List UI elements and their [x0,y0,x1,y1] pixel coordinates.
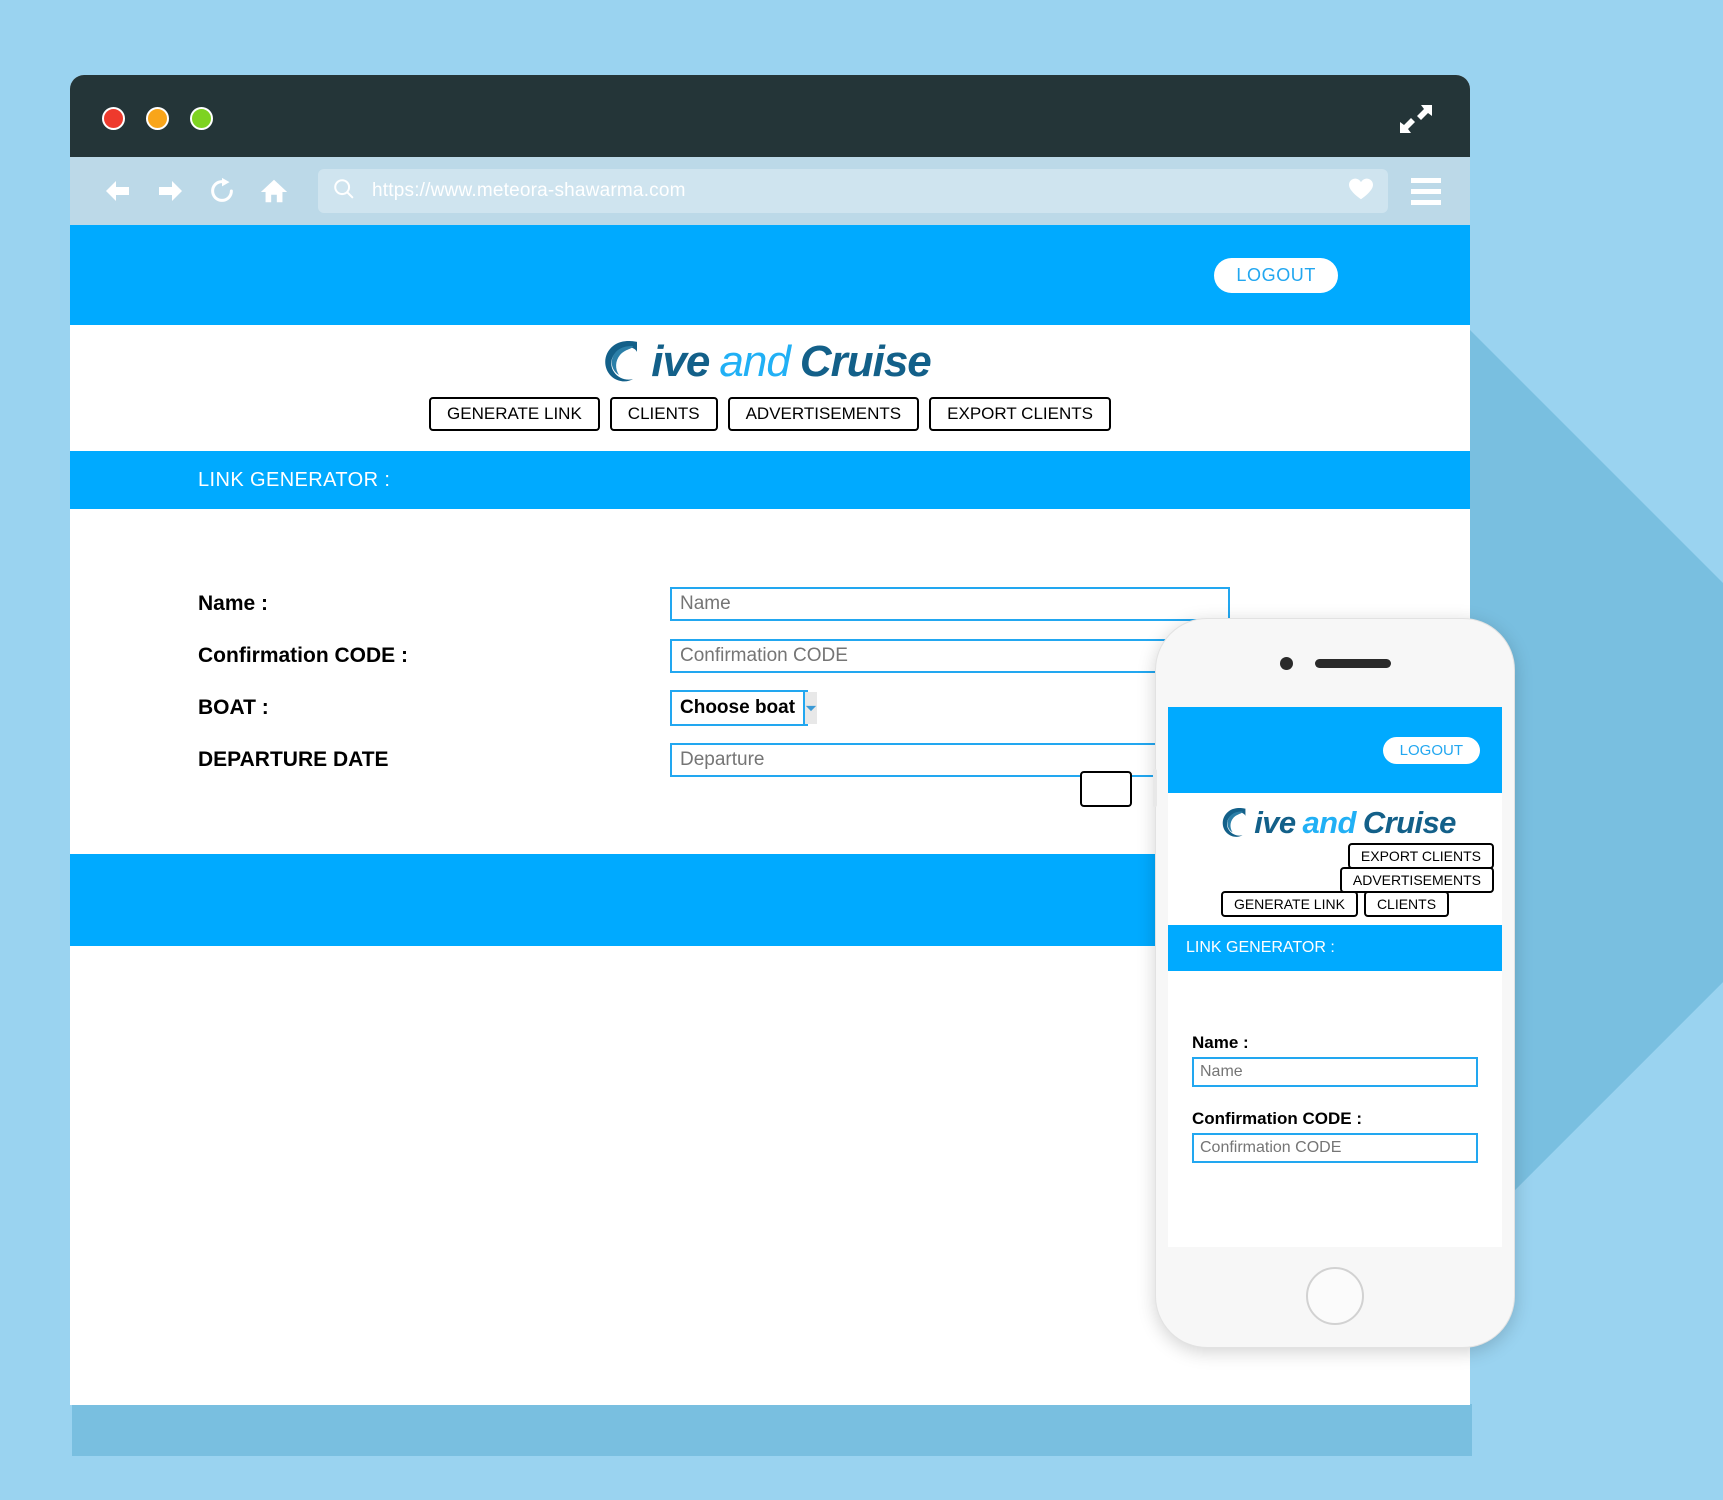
logout-button[interactable]: LOGOUT [1214,257,1338,293]
phone-name-input[interactable] [1192,1057,1478,1087]
phone-logo-text-and: and [1302,805,1357,840]
label-name: Name : [198,592,269,615]
minimize-button[interactable] [146,107,169,130]
heart-icon[interactable] [1348,177,1374,206]
boat-select-value: Choose boat [680,697,796,718]
confirmation-code-input[interactable] [670,639,1230,673]
phone-earpiece-area [1156,619,1514,707]
phone-home-button[interactable] [1306,1267,1364,1325]
phone-screen: LOGOUT ive and Cruise EXPORT CLIENTS ADV… [1168,707,1502,1247]
phone-nav-clients[interactable]: CLIENTS [1363,891,1450,917]
phone-logout-button[interactable]: LOGOUT [1382,736,1480,764]
phone-label-confirmation-code: Confirmation CODE : [1192,1109,1362,1128]
nav-export-clients[interactable]: EXPORT CLIENTS [929,397,1111,431]
window-drop-shadow-base [72,1404,1472,1456]
phone-section-title: LINK GENERATOR : [1186,939,1335,956]
logo-text-cruise: Cruise [799,337,932,386]
home-icon[interactable] [250,171,298,211]
nav-advertisements[interactable]: ADVERTISEMENTS [727,397,920,431]
departure-date-input[interactable] [670,743,1230,777]
section-title: LINK GENERATOR : [198,468,391,491]
expand-fullscreen-icon[interactable] [1398,101,1434,137]
phone-confirmation-code-input[interactable] [1192,1133,1478,1163]
close-button[interactable] [102,107,125,130]
window-controls [102,107,213,130]
phone-main-navigation: EXPORT CLIENTS ADVERTISEMENTS GENERATE L… [1168,843,1502,917]
submit-button[interactable] [1080,771,1132,807]
logo-text-and: and [719,337,790,386]
phone-section-header-bar: LINK GENERATOR : [1168,925,1502,971]
phone-nav-row-2: ADVERTISEMENTS [1176,867,1494,893]
label-boat: BOAT : [198,696,269,719]
name-input[interactable] [670,587,1230,621]
phone-nav-row-1: EXPORT CLIENTS [1176,843,1494,869]
site-header: ive and Cruise GENERATE LINK CLIENTS ADV… [70,325,1470,451]
phone-mockup: LOGOUT ive and Cruise EXPORT CLIENTS ADV… [1153,618,1515,1348]
nav-generate-link[interactable]: GENERATE LINK [429,397,600,431]
phone-side-button[interactable] [1153,769,1157,807]
maximize-button[interactable] [190,107,213,130]
earpiece-speaker [1314,658,1391,668]
phone-wave-swirl-logo-icon [1214,803,1254,843]
label-departure-date: DEPARTURE DATE [198,748,389,771]
search-icon [332,177,356,206]
chevron-down-icon[interactable] [803,692,818,724]
phone-nav-advertisements[interactable]: ADVERTISEMENTS [1339,867,1494,893]
phone-logo-text-cruise: Cruise [1362,805,1456,840]
hamburger-menu-icon[interactable] [1402,169,1450,213]
label-confirmation-code: Confirmation CODE : [198,644,408,667]
phone-nav-export-clients[interactable]: EXPORT CLIENTS [1347,843,1494,869]
back-arrow-icon[interactable] [94,171,142,211]
logo-text-dive: ive [651,337,710,386]
site-logo: ive and Cruise [593,331,932,393]
phone-site-header: ive and Cruise EXPORT CLIENTS ADVERTISEM… [1168,793,1502,917]
forward-arrow-icon[interactable] [146,171,194,211]
reload-icon[interactable] [198,171,246,211]
phone-link-generator-form: Name : Confirmation CODE : [1168,971,1502,1185]
phone-label-name: Name : [1192,1033,1249,1052]
url-text: https://www.meteora-shawarma.com [372,180,686,201]
section-header-bar: LINK GENERATOR : [70,451,1470,509]
site-topbar: LOGOUT [70,225,1470,325]
address-bar[interactable]: https://www.meteora-shawarma.com [318,169,1388,213]
nav-clients[interactable]: CLIENTS [609,397,718,431]
wave-swirl-logo-icon [593,334,649,390]
browser-toolbar: https://www.meteora-shawarma.com [70,157,1470,225]
front-camera-icon [1279,656,1293,670]
phone-nav-generate-link[interactable]: GENERATE LINK [1220,891,1358,917]
phone-site-logo: ive and Cruise [1214,801,1456,845]
boat-select[interactable]: Choose boat [670,690,818,726]
phone-site-topbar: LOGOUT [1168,707,1502,793]
form-row-name: Name : [70,587,1470,621]
phone-nav-row-3: GENERATE LINK CLIENTS [1176,891,1494,917]
browser-titlebar [70,75,1470,157]
main-navigation: GENERATE LINK CLIENTS ADVERTISEMENTS EXP… [429,397,1111,431]
phone-logo-text-dive: ive [1254,805,1296,840]
